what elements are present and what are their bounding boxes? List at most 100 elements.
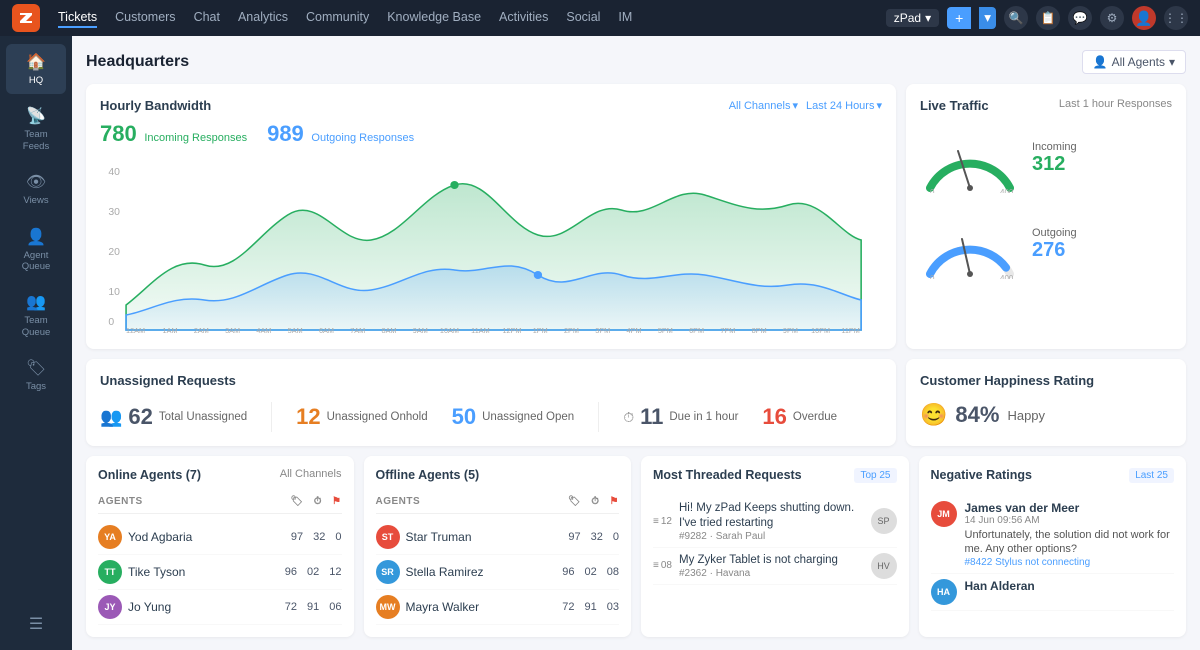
hamburger-icon: ☰ — [29, 614, 43, 634]
sidebar-label-team-queue: Team Queue — [10, 315, 62, 338]
smiley-icon: 😊 — [920, 402, 947, 428]
incoming-label: Incoming Responses — [144, 132, 247, 144]
online-agents-col-header: AGENTS 🏷 ⏱ ⚑ — [98, 496, 342, 514]
incoming-gauge: 0 400 — [920, 123, 1020, 193]
svg-text:12PM: 12PM — [502, 327, 521, 335]
happiness-content: 😊 84% Happy — [920, 402, 1172, 428]
sidebar-item-agent-queue[interactable]: 👤 Agent Queue — [6, 219, 66, 281]
settings-icon[interactable]: ⚙ — [1100, 6, 1124, 30]
overdue-label: Overdue — [793, 411, 837, 423]
time-filter[interactable]: Last 24 Hours ▾ — [806, 99, 882, 112]
nav-community[interactable]: Community — [306, 8, 369, 28]
nav-activities[interactable]: Activities — [499, 8, 548, 28]
add-button[interactable]: + — [947, 7, 971, 29]
col-icon-3: ⚑ — [332, 496, 341, 507]
svg-text:12AM: 12AM — [126, 327, 145, 335]
thread-content-1: Hi! My zPad Keeps shutting down. I've tr… — [679, 501, 863, 542]
offline-name-3: Mayra Walker — [406, 600, 557, 614]
svg-text:0: 0 — [108, 317, 114, 328]
sidebar: 🏠 HQ 📡 Team Feeds 👁 Views 👤 Agent Queue … — [0, 36, 72, 650]
nav-analytics[interactable]: Analytics — [238, 8, 288, 28]
offline-avatar-2: SR — [376, 560, 400, 584]
nav-knowledge-base[interactable]: Knowledge Base — [387, 8, 481, 28]
search-icon[interactable]: 🔍 — [1004, 6, 1028, 30]
chat-icon[interactable]: 💬 — [1068, 6, 1092, 30]
main-layout: 🏠 HQ 📡 Team Feeds 👁 Views 👤 Agent Queue … — [0, 36, 1200, 650]
due-stat: ⏱ 11 Due in 1 hour — [623, 404, 738, 430]
negative-avatar-1: JM — [931, 501, 957, 527]
sidebar-item-views[interactable]: 👁 Views — [6, 164, 66, 214]
sidebar-item-hq[interactable]: 🏠 HQ — [6, 44, 66, 94]
sidebar-item-team-queue[interactable]: 👥 Team Queue — [6, 284, 66, 346]
onhold-num: 12 — [296, 404, 320, 430]
svg-text:10PM: 10PM — [811, 327, 830, 335]
total-unassigned-stat: 👥 62 Total Unassigned — [100, 404, 247, 430]
col-icon-2: ⏱ — [314, 496, 322, 507]
nav-chat[interactable]: Chat — [194, 8, 220, 28]
offline-agent-row: MW Mayra Walker 72 91 03 — [376, 590, 620, 625]
add-dropdown-button[interactable]: ▾ — [979, 7, 996, 29]
all-agents-button[interactable]: 👤 All Agents ▾ — [1082, 50, 1186, 74]
online-agent-row: YA Yod Agbaria 97 32 0 — [98, 520, 342, 555]
happiness-card: Customer Happiness Rating 😊 84% Happy — [906, 359, 1186, 446]
user-avatar[interactable]: 👤 — [1132, 6, 1156, 30]
negative-date-1: 14 Jun 09:56 AM — [965, 515, 1175, 526]
channels-filter[interactable]: All Channels ▾ — [729, 99, 798, 112]
agents-col-label: AGENTS — [98, 496, 143, 507]
open-stat: 50 Unassigned Open — [452, 404, 575, 430]
sidebar-label-team-feeds: Team Feeds — [10, 129, 62, 152]
sidebar-item-tags[interactable]: 🏷 Tags — [6, 350, 66, 400]
nav-customers[interactable]: Customers — [115, 8, 175, 28]
svg-text:2AM: 2AM — [194, 327, 209, 335]
threaded-header: Most Threaded Requests Top 25 — [653, 468, 897, 486]
agent-stats-3: 72 91 06 — [285, 601, 342, 613]
negative-ticket-1: #8422 Stylus not connecting — [965, 557, 1175, 568]
negative-title: Negative Ratings — [931, 468, 1032, 482]
svg-text:20: 20 — [108, 247, 120, 258]
incoming-value: 780 — [100, 121, 137, 146]
outgoing-gauge: 0 400 — [920, 209, 1020, 279]
sidebar-item-team-feeds[interactable]: 📡 Team Feeds — [6, 98, 66, 160]
notifications-icon[interactable]: 📋 — [1036, 6, 1060, 30]
clock-icon: ⏱ — [623, 409, 634, 426]
sidebar-menu-button[interactable]: ☰ — [6, 606, 66, 642]
svg-text:2PM: 2PM — [564, 327, 579, 335]
happiness-percentage: 84% — [955, 402, 999, 428]
outgoing-gauge-label: Outgoing — [1032, 227, 1077, 239]
offline-stats-2: 96 02 08 — [562, 566, 619, 578]
bandwidth-chart-svg: 40 30 20 10 0 — [100, 155, 882, 335]
svg-text:3PM: 3PM — [595, 327, 610, 335]
svg-text:7PM: 7PM — [720, 327, 735, 335]
offline-agent-row: ST Star Truman 97 32 0 — [376, 520, 620, 555]
nav-tickets[interactable]: Tickets — [58, 8, 97, 28]
offline-col-icon-1: 🏷 — [568, 496, 581, 507]
offline-stats-1: 97 32 0 — [568, 531, 619, 543]
agent-name-3: Jo Yung — [128, 600, 279, 614]
agent-name-2: Tike Tyson — [128, 565, 279, 579]
apps-icon[interactable]: ⋮⋮ — [1164, 6, 1188, 30]
page-title: Headquarters — [86, 53, 189, 71]
svg-text:11AM: 11AM — [471, 327, 490, 335]
nav-im[interactable]: IM — [618, 8, 632, 28]
svg-text:0: 0 — [930, 274, 935, 279]
svg-text:10: 10 — [108, 287, 120, 298]
all-agents-icon: 👤 — [1093, 55, 1108, 69]
incoming-gauge-row: 0 400 Incoming 312 — [920, 123, 1172, 193]
threaded-title: Most Threaded Requests — [653, 468, 802, 482]
due-num: 11 — [640, 404, 663, 430]
logo — [12, 4, 40, 32]
zpad-selector[interactable]: zPad ▾ — [886, 9, 939, 27]
svg-text:6AM: 6AM — [319, 327, 334, 335]
unassigned-title: Unassigned Requests — [100, 373, 882, 388]
negative-msg-1: Unfortunately, the solution did not work… — [965, 528, 1175, 557]
thread-rank-1: ≡ 12 — [653, 516, 671, 527]
incoming-gauge-info: Incoming 312 — [1032, 141, 1077, 176]
bandwidth-card: Hourly Bandwidth All Channels ▾ Last 24 … — [86, 84, 896, 349]
negative-avatar-2: HA — [931, 579, 957, 605]
stat-divider-1 — [271, 402, 272, 432]
agent-queue-icon: 👤 — [26, 227, 46, 247]
thread-meta-2: #2362 · Havana — [679, 568, 863, 579]
negative-content-2: Han Alderan — [965, 579, 1175, 605]
nav-social[interactable]: Social — [566, 8, 600, 28]
bandwidth-stats: 780 Incoming Responses 989 Outgoing Resp… — [100, 121, 882, 147]
